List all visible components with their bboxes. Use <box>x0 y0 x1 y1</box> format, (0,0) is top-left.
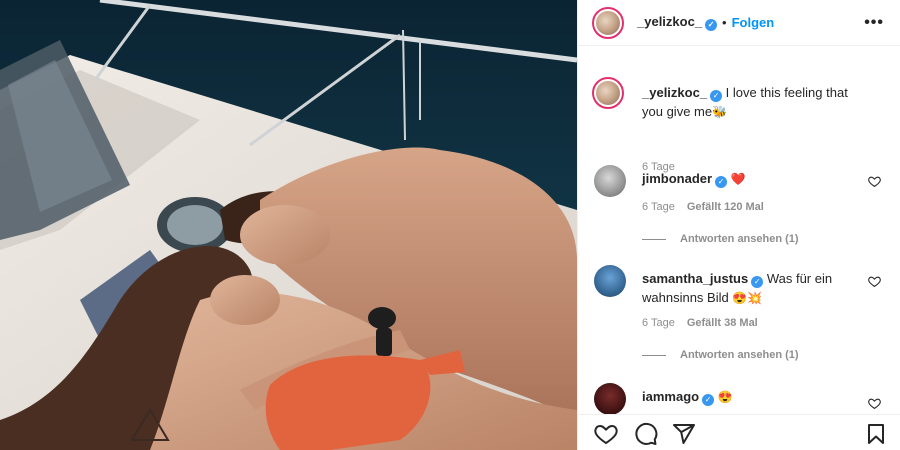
view-replies-button[interactable]: Antworten ansehen (1) <box>642 233 799 245</box>
red-heart-emoji-icon: ❤️ <box>730 172 746 186</box>
comment-timestamp[interactable]: 6 Tage <box>642 201 675 213</box>
commenter-avatar[interactable] <box>594 383 626 414</box>
caption-text: _yelizkoc_ ✓ I love this feeling that you… <box>642 83 872 122</box>
comment-like-count[interactable]: Gefällt 120 Mal <box>687 201 764 213</box>
comment-like-heart-icon[interactable] <box>868 397 881 410</box>
instagram-post-dialog: _yelizkoc_ ✓ • Folgen ••• _yelizkoc_ ✓ I l… <box>0 0 900 450</box>
commenter-username[interactable]: iammago <box>642 389 699 404</box>
verified-badge-icon: ✓ <box>715 176 728 188</box>
header-separator: • <box>722 15 727 30</box>
replies-line <box>642 354 666 356</box>
author-username-text[interactable]: _yelizkoc_ <box>637 14 702 29</box>
verified-badge-icon: ✓ <box>705 19 718 31</box>
commenter-username[interactable]: jimbonader <box>642 171 712 186</box>
comment-like-heart-icon[interactable] <box>868 175 881 188</box>
bee-emoji-icon: 🐝 <box>712 105 728 119</box>
comment-like-count[interactable]: Gefällt 38 Mal <box>687 317 758 329</box>
commenter-avatar[interactable] <box>594 165 626 197</box>
post-action-bar <box>578 414 900 450</box>
heart-icon[interactable] <box>594 422 618 446</box>
comment-icon[interactable] <box>634 422 658 446</box>
post-photo[interactable] <box>0 0 577 450</box>
comment-text: jimbonader ✓ ❤️ <box>642 169 842 189</box>
heart-eyes-and-collision-emoji-icon: 😍💥 <box>732 291 763 305</box>
comment-meta: 6 Tage Gefällt 120 Mal <box>642 201 764 213</box>
commenter-avatar[interactable] <box>594 265 626 297</box>
post-header: _yelizkoc_ ✓ • Folgen ••• <box>578 0 900 46</box>
comment-list[interactable]: _yelizkoc_ ✓ I love this feeling that you… <box>578 47 900 414</box>
caption-avatar[interactable] <box>592 77 624 109</box>
author-avatar[interactable] <box>592 6 624 39</box>
verified-badge-icon: ✓ <box>710 90 723 102</box>
author-username[interactable]: _yelizkoc_ ✓ <box>637 14 718 31</box>
commenter-username[interactable]: samantha_justus <box>642 271 748 286</box>
verified-badge-icon: ✓ <box>702 394 715 406</box>
caption-username[interactable]: _yelizkoc_ <box>642 85 707 100</box>
photo-illustration <box>0 0 577 450</box>
view-replies-button[interactable]: Antworten ansehen (1) <box>642 349 799 361</box>
comment-text: iammago ✓ 😍 <box>642 387 842 407</box>
view-replies-label[interactable]: Antworten ansehen (1) <box>680 233 799 245</box>
comment-timestamp[interactable]: 6 Tage <box>642 317 675 329</box>
comment-like-heart-icon[interactable] <box>868 275 881 288</box>
comment-meta: 6 Tage Gefällt 38 Mal <box>642 317 758 329</box>
replies-line <box>642 238 666 240</box>
follow-button[interactable]: Folgen <box>732 15 775 30</box>
more-options-icon[interactable]: ••• <box>864 14 884 32</box>
heart-eyes-emoji-icon: 😍 <box>717 390 733 404</box>
verified-badge-icon: ✓ <box>751 276 764 288</box>
share-icon[interactable] <box>672 422 696 446</box>
view-replies-label[interactable]: Antworten ansehen (1) <box>680 349 799 361</box>
comment-text: samantha_justus ✓ Was für ein wahnsinns B… <box>642 269 842 308</box>
bookmark-icon[interactable] <box>864 422 888 446</box>
post-side-panel: _yelizkoc_ ✓ • Folgen ••• _yelizkoc_ ✓ I l… <box>577 0 900 450</box>
